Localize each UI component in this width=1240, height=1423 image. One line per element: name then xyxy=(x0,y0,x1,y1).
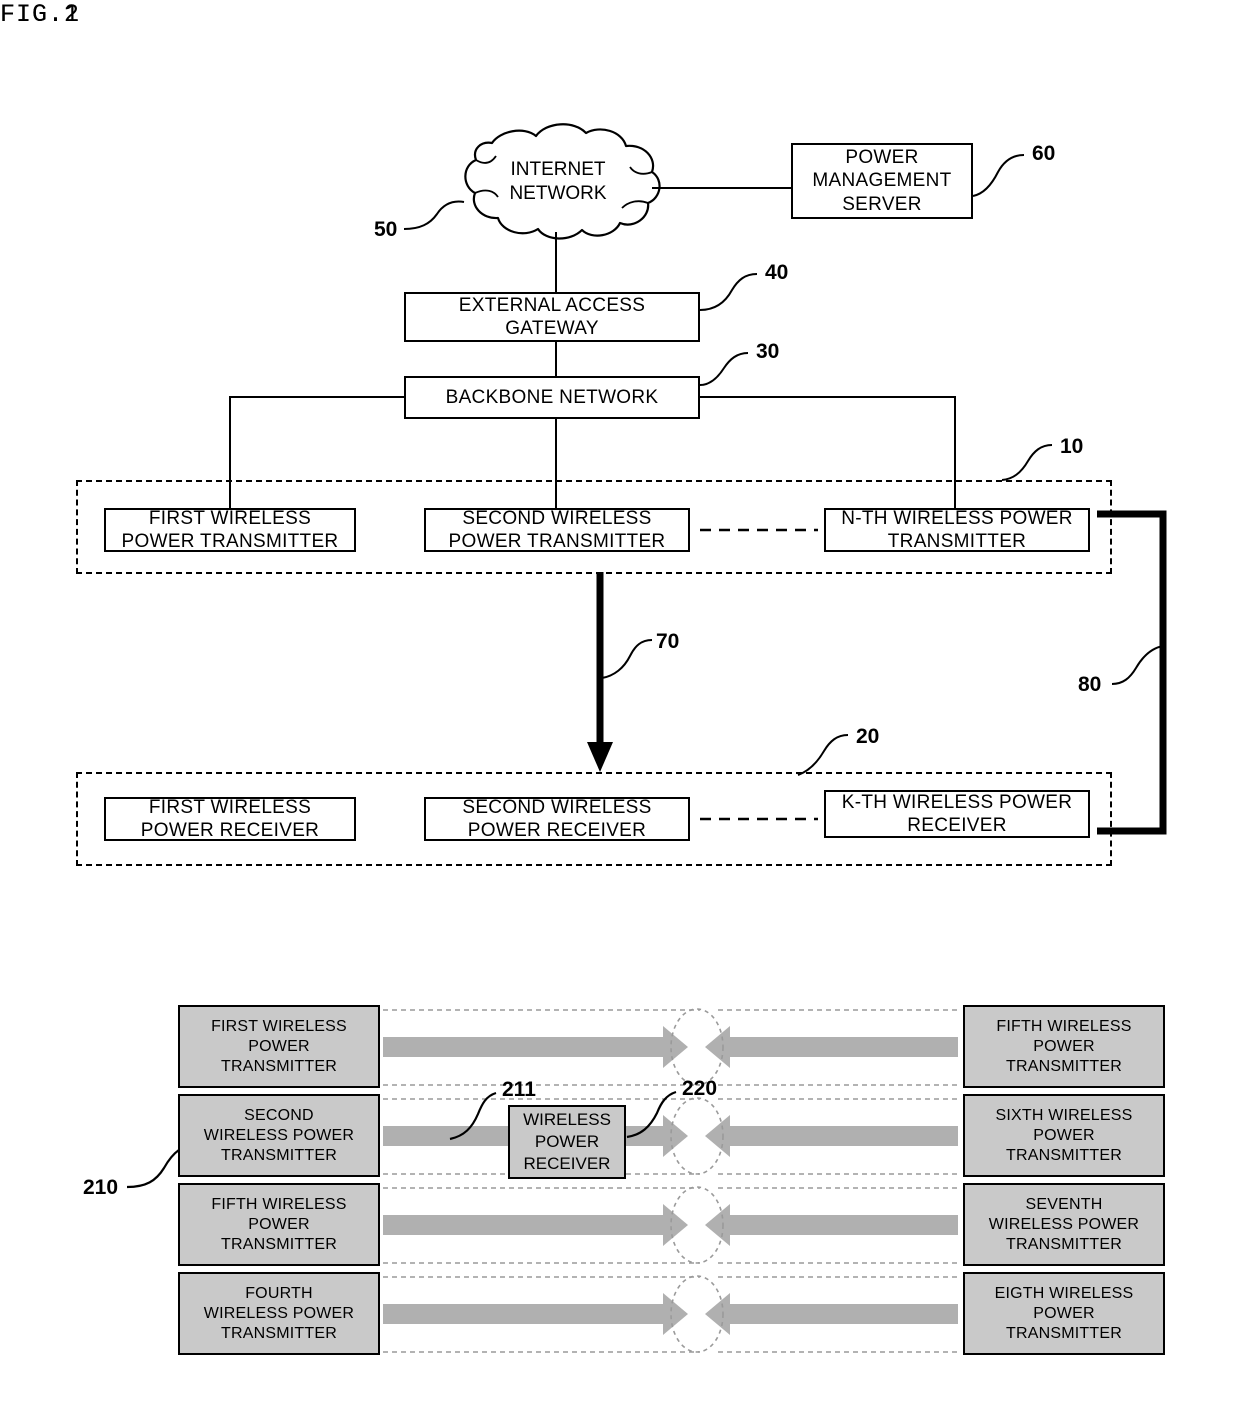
fig2-left-transmitter-2: SECOND WIRELESS POWER TRANSMITTER xyxy=(178,1094,380,1177)
beam-lane-4 xyxy=(383,1275,958,1353)
power-transfer-arrow xyxy=(587,572,613,772)
leader-220 xyxy=(626,1090,677,1139)
beam-lane-3 xyxy=(383,1186,958,1264)
second-wireless-power-transmitter-box: SECOND WIRELESS POWER TRANSMITTER xyxy=(424,508,690,552)
reference-numeral-220: 220 xyxy=(682,1077,718,1100)
internet-network-label: INTERNET NETWORK xyxy=(509,159,607,204)
beam-lane-2 xyxy=(383,1097,958,1175)
reference-numeral-10: 10 xyxy=(1060,435,1084,458)
reference-numeral-80: 80 xyxy=(1078,673,1102,696)
beam-lane-1 xyxy=(383,1008,958,1086)
nth-wireless-power-transmitter-box: N-TH WIRELESS POWER TRANSMITTER xyxy=(824,508,1090,552)
external-access-gateway-box: EXTERNAL ACCESS GATEWAY xyxy=(404,292,700,342)
first-wireless-power-transmitter-box: FIRST WIRELESS POWER TRANSMITTER xyxy=(104,508,356,552)
fig2-right-transmitter-1: FIFTH WIRELESS POWER TRANSMITTER xyxy=(963,1005,1165,1088)
reference-numeral-210: 210 xyxy=(83,1176,119,1199)
leader-80 xyxy=(1111,645,1164,685)
kth-wireless-power-receiver-box: K-TH WIRELESS POWER RECEIVER xyxy=(824,790,1090,838)
leader-30 xyxy=(699,352,749,386)
reference-numeral-20: 20 xyxy=(856,725,880,748)
leader-10 xyxy=(1001,444,1053,481)
reference-numeral-211: 211 xyxy=(502,1078,536,1101)
fig2-left-transmitter-4: FOURTH WIRELESS POWER TRANSMITTER xyxy=(178,1272,380,1355)
leader-40 xyxy=(699,273,758,311)
fig2-left-transmitter-1: FIRST WIRELESS POWER TRANSMITTER xyxy=(178,1005,380,1088)
fig2-right-transmitter-2: SIXTH WIRELESS POWER TRANSMITTER xyxy=(963,1094,1165,1177)
fig2-left-transmitter-3: FIFTH WIRELESS POWER TRANSMITTER xyxy=(178,1183,380,1266)
figure-2-label: FIG.2 xyxy=(0,0,81,29)
reference-numeral-60: 60 xyxy=(1032,142,1056,165)
leader-20 xyxy=(797,734,849,776)
reference-numeral-50: 50 xyxy=(374,218,398,241)
fig2-right-transmitter-4: EIGTH WIRELESS POWER TRANSMITTER xyxy=(963,1272,1165,1355)
leader-60 xyxy=(972,154,1025,197)
fig2-right-transmitter-3: SEVENTH WIRELESS POWER TRANSMITTER xyxy=(963,1183,1165,1266)
leader-211 xyxy=(449,1091,497,1141)
reference-numeral-70: 70 xyxy=(656,630,680,653)
power-management-server-box: POWER MANAGEMENT SERVER xyxy=(791,143,973,219)
first-wireless-power-receiver-box: FIRST WIRELESS POWER RECEIVER xyxy=(104,797,356,841)
fig2-wireless-power-receiver-box: WIRELESS POWER RECEIVER xyxy=(508,1105,626,1179)
backbone-network-box: BACKBONE NETWORK xyxy=(404,376,700,419)
leader-70 xyxy=(601,639,653,679)
second-wireless-power-receiver-box: SECOND WIRELESS POWER RECEIVER xyxy=(424,797,690,841)
reference-numeral-30: 30 xyxy=(756,340,780,363)
reference-numeral-40: 40 xyxy=(765,261,789,284)
leader-50 xyxy=(403,200,465,230)
